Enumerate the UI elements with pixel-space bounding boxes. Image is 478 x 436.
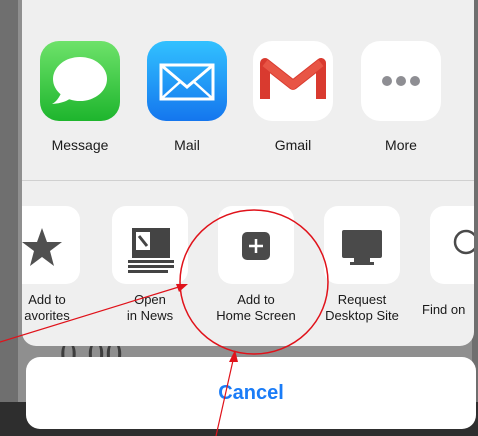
cancel-button[interactable]: Cancel <box>26 357 476 429</box>
find-on-page-button[interactable] <box>430 206 474 284</box>
add-to-home-screen-label: Add to Home Screen <box>216 292 296 323</box>
add-to-home-screen-button[interactable] <box>218 206 294 284</box>
search-icon <box>453 229 474 255</box>
mail-app-label: Mail <box>174 137 200 153</box>
monitor-icon <box>342 230 382 265</box>
share-sheet: Message Mail Gmail More Add to avorites <box>22 0 474 346</box>
more-app-label: More <box>385 137 417 153</box>
row-divider <box>22 180 474 181</box>
open-in-news-button[interactable] <box>112 206 188 284</box>
gmail-logo-icon <box>260 58 326 99</box>
request-desktop-site-button[interactable] <box>324 206 400 284</box>
ellipsis-icon <box>382 76 420 86</box>
gmail-app-button[interactable] <box>253 41 333 121</box>
add-to-favorites-button[interactable] <box>22 206 80 284</box>
mail-app-button[interactable] <box>147 41 227 121</box>
request-desktop-site-label: Request Desktop Site <box>325 292 399 323</box>
star-icon <box>22 228 62 266</box>
message-bubble-icon <box>52 57 107 104</box>
find-on-page-label: Find on <box>422 302 466 317</box>
open-in-news-label: Open in News <box>126 292 174 323</box>
add-to-favorites-label: Add to avorites <box>24 292 70 323</box>
message-app-button[interactable] <box>40 41 120 121</box>
background-left-edge <box>0 0 18 436</box>
news-icon <box>128 228 174 273</box>
gmail-app-label: Gmail <box>274 137 312 153</box>
mail-envelope-icon <box>159 63 215 101</box>
more-app-button[interactable] <box>361 41 441 121</box>
message-app-label: Message <box>51 137 109 153</box>
add-plus-icon <box>242 232 270 260</box>
